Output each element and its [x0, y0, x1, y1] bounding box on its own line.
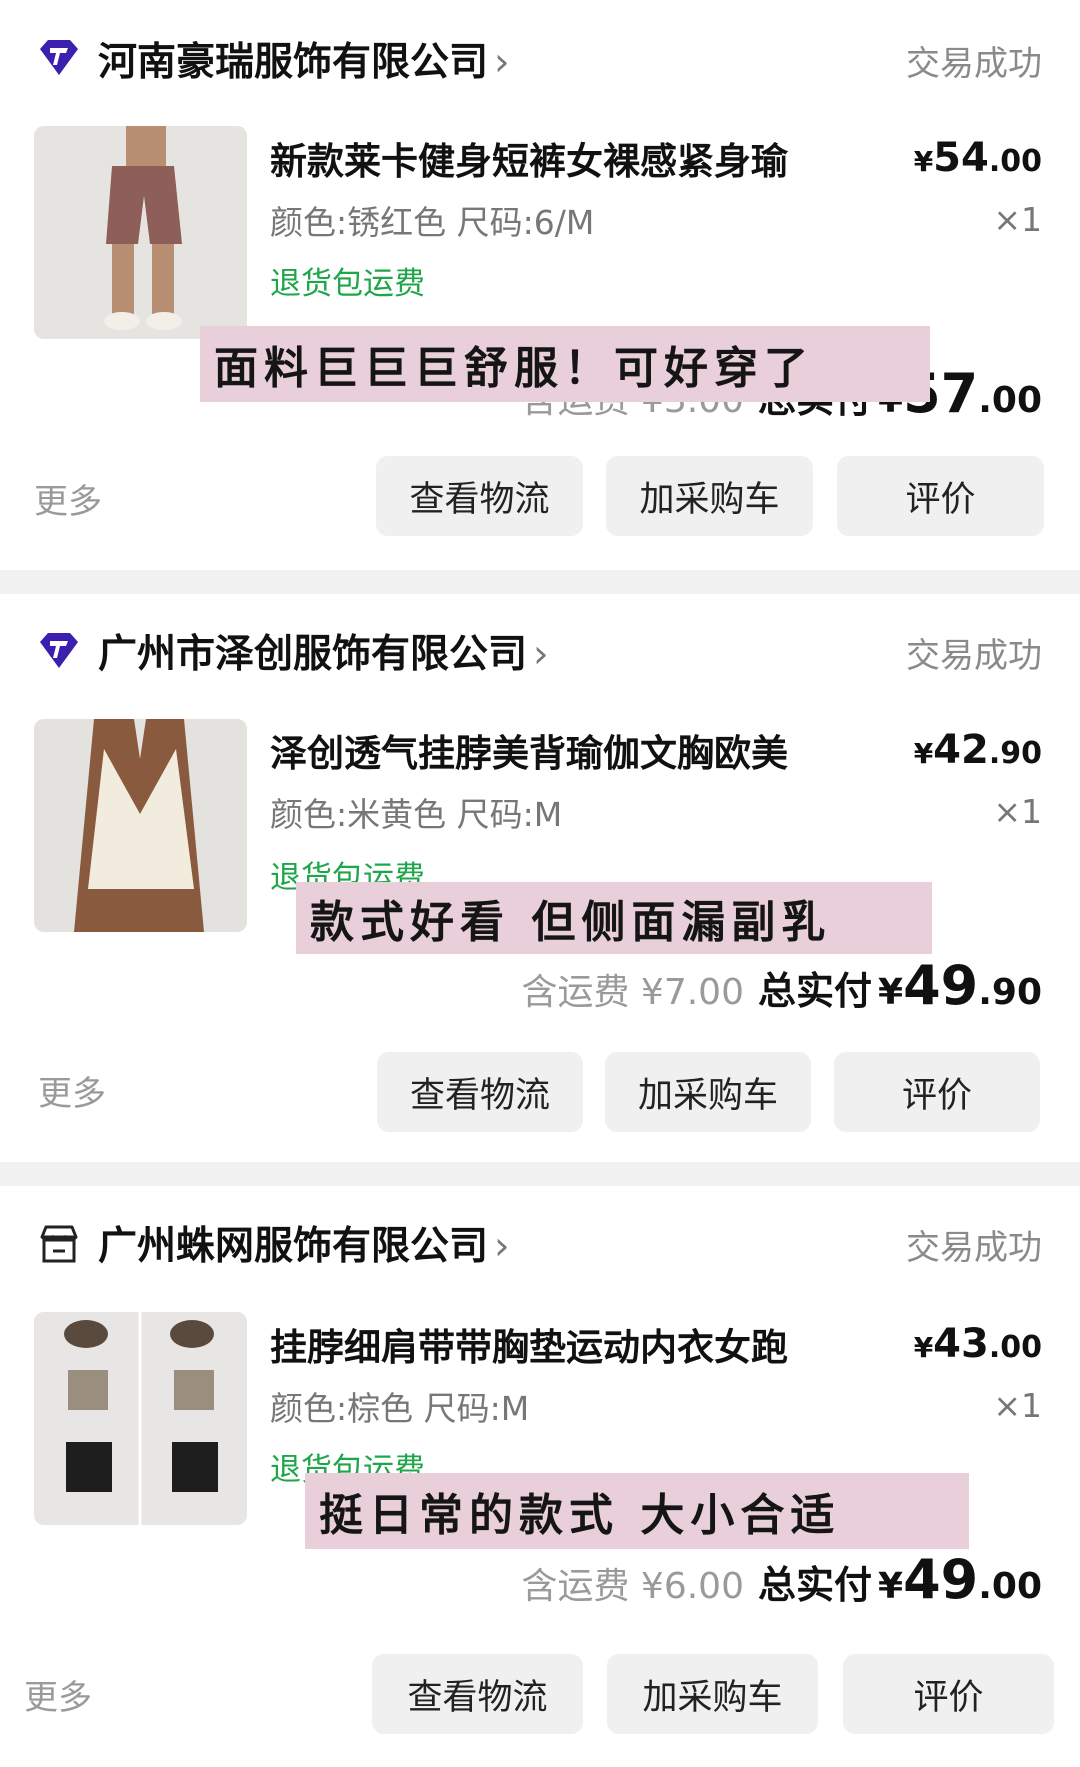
price-integer: 54	[933, 135, 989, 181]
shop-name: 广州蛛网服饰有限公司	[98, 1224, 489, 1269]
total-integer: 49	[903, 954, 979, 1017]
review-note-overlay: 款式好看 但侧面漏副乳	[296, 882, 932, 954]
shipping-fee: 含运费 ¥6.00	[521, 1566, 744, 1607]
product-title[interactable]: 新款莱卡健身短裤女裸感紧身瑜	[270, 131, 788, 185]
order-status: 交易成功	[906, 636, 1042, 676]
currency-symbol: ¥	[878, 1566, 904, 1607]
store-icon	[40, 1225, 78, 1263]
currency-symbol: ¥	[913, 737, 934, 770]
price-integer: 43	[933, 1321, 989, 1367]
chevron-right-icon: ›	[494, 1224, 510, 1269]
review-button[interactable]: 评价	[843, 1654, 1054, 1734]
order-total: 含运费 ¥6.00 总实付 ¥49.00	[521, 1548, 1042, 1611]
view-logistics-button[interactable]: 查看物流	[377, 1052, 583, 1132]
total-decimal: .00	[978, 1566, 1042, 1607]
total-decimal: .90	[978, 972, 1042, 1013]
product-spec: 颜色:米黄色 尺码:M	[270, 795, 563, 834]
brand-diamond-icon	[40, 40, 78, 75]
price-integer: 42	[933, 727, 989, 773]
price-decimal: .00	[988, 1330, 1042, 1365]
total-label: 总实付	[757, 969, 872, 1013]
review-button[interactable]: 评价	[837, 456, 1044, 536]
more-link[interactable]: 更多	[34, 474, 102, 523]
product-image[interactable]	[34, 719, 247, 932]
price-decimal: .00	[988, 144, 1042, 179]
shop-name: 广州市泽创服饰有限公司	[98, 632, 528, 677]
unit-price: ¥42.90	[914, 727, 1042, 773]
product-image[interactable]	[34, 1312, 247, 1525]
product-image[interactable]	[34, 126, 247, 339]
review-button[interactable]: 评价	[834, 1052, 1040, 1132]
review-note-overlay: 挺日常的款式 大小合适	[305, 1473, 969, 1549]
order-card: 广州蛛网服饰有限公司 › 交易成功 挂脖细肩带带胸垫运动内衣女跑 颜色:棕色 尺码…	[0, 1186, 1080, 1767]
order-status: 交易成功	[906, 1228, 1042, 1268]
quantity: ×1	[993, 792, 1042, 831]
currency-symbol: ¥	[913, 145, 934, 178]
unit-price: ¥43.00	[914, 1321, 1042, 1367]
view-logistics-button[interactable]: 查看物流	[372, 1654, 583, 1734]
chevron-right-icon: ›	[494, 40, 510, 85]
order-status: 交易成功	[906, 44, 1042, 84]
product-title[interactable]: 挂脖细肩带带胸垫运动内衣女跑	[270, 1317, 788, 1371]
more-link[interactable]: 更多	[38, 1066, 106, 1115]
currency-symbol: ¥	[878, 972, 904, 1013]
add-to-purchase-cart-button[interactable]: 加采购车	[605, 1052, 811, 1132]
shop-name-link[interactable]: 河南豪瑞服饰有限公司 ›	[98, 31, 510, 87]
quantity: ×1	[993, 200, 1042, 239]
chevron-right-icon: ›	[533, 632, 549, 677]
total-integer: 49	[903, 1548, 979, 1611]
brand-diamond-icon	[40, 633, 78, 668]
order-card: 广州市泽创服饰有限公司 › 交易成功 泽创透气挂脖美背瑜伽文胸欧美 颜色:米黄色 …	[0, 594, 1080, 1162]
more-link[interactable]: 更多	[24, 1670, 92, 1719]
total-decimal: .00	[978, 380, 1042, 421]
currency-symbol: ¥	[913, 1331, 934, 1364]
add-to-purchase-cart-button[interactable]: 加采购车	[607, 1654, 818, 1734]
shipping-fee: 含运费 ¥7.00	[521, 972, 744, 1013]
order-total: 含运费 ¥7.00 总实付 ¥49.90	[521, 954, 1042, 1017]
shop-name-link[interactable]: 广州蛛网服饰有限公司 ›	[98, 1215, 510, 1271]
review-note-overlay: 面料巨巨巨舒服！可好穿了	[200, 326, 930, 402]
view-logistics-button[interactable]: 查看物流	[376, 456, 583, 536]
shop-name-link[interactable]: 广州市泽创服饰有限公司 ›	[98, 623, 549, 679]
add-to-purchase-cart-button[interactable]: 加采购车	[606, 456, 813, 536]
order-card: 河南豪瑞服饰有限公司 › 交易成功 新款莱卡健身短裤女裸感紧身瑜 颜色:锈红色 尺…	[0, 0, 1080, 570]
price-decimal: .90	[988, 736, 1042, 771]
shop-name: 河南豪瑞服饰有限公司	[98, 40, 489, 85]
product-title[interactable]: 泽创透气挂脖美背瑜伽文胸欧美	[270, 723, 788, 777]
product-spec: 颜色:棕色 尺码:M	[270, 1389, 530, 1428]
unit-price: ¥54.00	[914, 135, 1042, 181]
return-shipping-tag: 退货包运费	[270, 266, 425, 302]
product-spec: 颜色:锈红色 尺码:6/M	[270, 203, 595, 242]
total-label: 总实付	[757, 1563, 872, 1607]
quantity: ×1	[993, 1386, 1042, 1425]
